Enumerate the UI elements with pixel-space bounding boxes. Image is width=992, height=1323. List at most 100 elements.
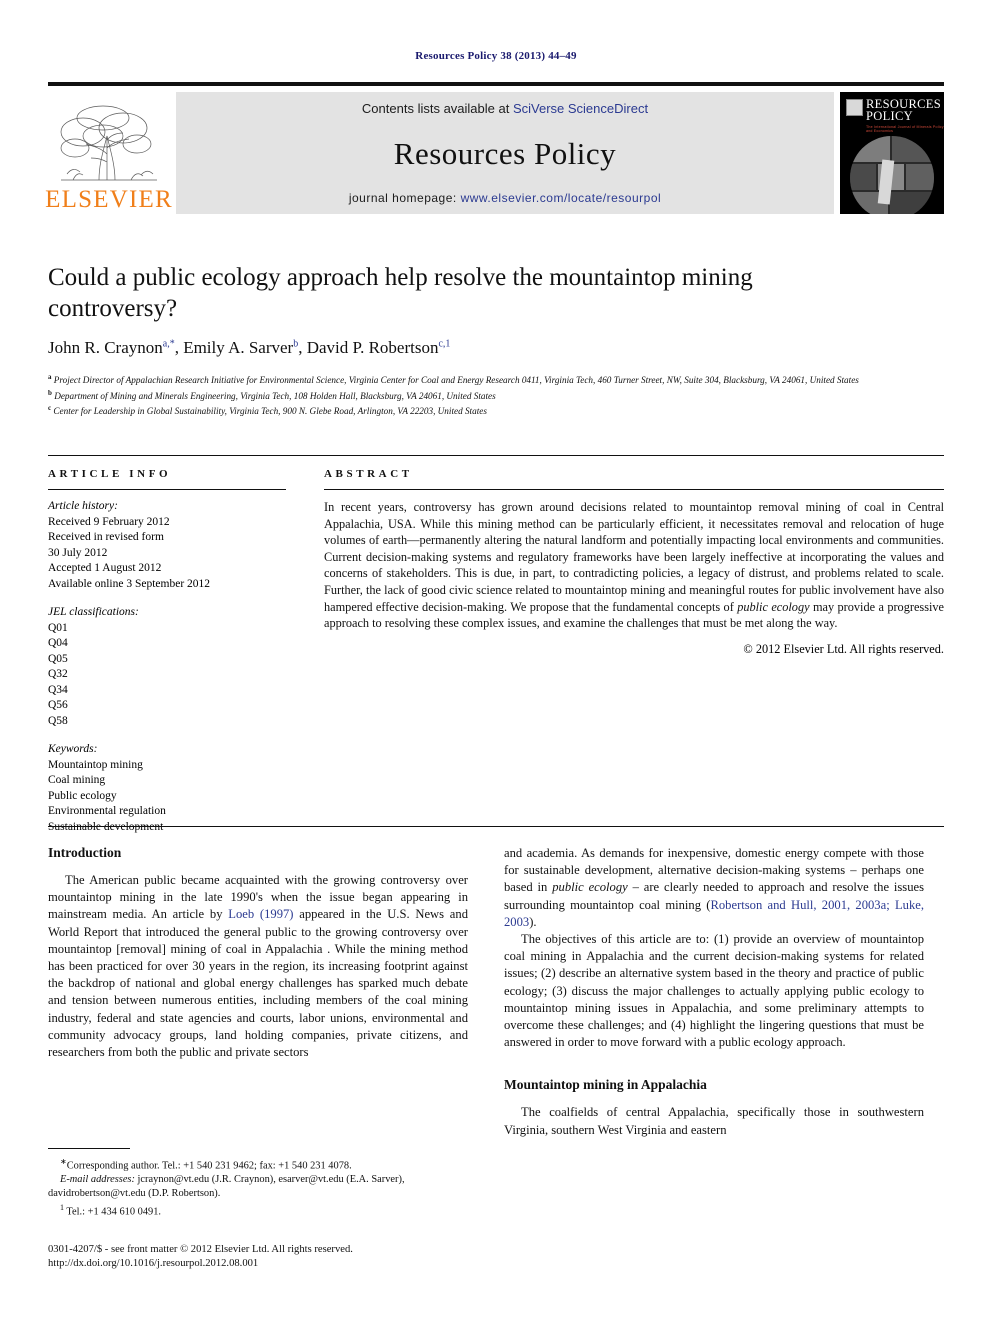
journal-title: Resources Policy [393, 135, 617, 171]
cover-subtitle: The International Journal of Minerals Po… [866, 125, 944, 133]
affiliation-a-mark: a [48, 373, 52, 381]
history-item: 30 July 2012 [48, 546, 108, 559]
author-0-name: John R. Craynon [48, 338, 163, 357]
keyword: Environmental regulation [48, 805, 166, 817]
jel-code: Q01 [48, 621, 68, 634]
imprint-front-matter: 0301-4207/$ - see front matter © 2012 El… [48, 1244, 353, 1255]
history-item: Received 9 February 2012 [48, 515, 170, 528]
keyword: Mountaintop mining [48, 758, 143, 771]
keyword: Public ecology [48, 789, 117, 802]
homepage-prefix: journal homepage: [348, 191, 461, 205]
cover-globe-collage-icon [850, 136, 934, 214]
journal-homepage-line: journal homepage: www.elsevier.com/locat… [349, 191, 661, 205]
cover-title-line2: POLICY [866, 109, 913, 123]
elsevier-wordmark: ELSEVIER [45, 186, 173, 213]
section-heading-introduction: Introduction [48, 845, 122, 860]
footnote-asterisk-mark: ∗ [60, 1157, 67, 1166]
footnote-note-1: 1 Tel.: +1 434 610 0491. [48, 1201, 468, 1219]
elsevier-tree-icon [60, 105, 157, 181]
abstract-label: ABSTRACT [324, 468, 413, 480]
keywords-label: Keywords: [48, 743, 98, 755]
jel-code: Q34 [48, 683, 68, 696]
imprint-block: 0301-4207/$ - see front matter © 2012 El… [48, 1243, 528, 1271]
running-head: Resources Policy 38 (2013) 44–49 [415, 50, 577, 62]
footnote-rule [48, 1148, 130, 1149]
article-info-column: ARTICLE INFO Article history: Received 9… [48, 468, 302, 835]
citation-loeb-1997[interactable]: Loeb (1997) [228, 907, 293, 921]
article-info-rule [48, 489, 286, 490]
jel-code: Q04 [48, 637, 68, 649]
homepage-url-link[interactable]: www.elsevier.com/locate/resourpol [461, 191, 662, 205]
article-info-label: ARTICLE INFO [48, 468, 172, 480]
affiliation-c: c Center for Leadership in Global Sustai… [48, 402, 938, 418]
history-item: Accepted 1 August 2012 [48, 562, 162, 574]
right-emphasis: public ecology [552, 880, 628, 895]
footnote-1-text: Tel.: +1 434 610 0491. [66, 1206, 162, 1218]
title-block: Could a public ecology approach help res… [48, 262, 808, 358]
affiliation-b-mark: b [48, 388, 52, 397]
affiliation-c-mark: c [48, 404, 52, 413]
abstract-column: ABSTRACT In recent years, controversy ha… [302, 468, 944, 835]
footnote-emails: E-mail addresses: jcraynon@vt.edu (J.R. … [48, 1173, 468, 1201]
author-1-name: Emily A. Sarver [183, 338, 294, 357]
history-item: Available online 3 September 2012 [48, 577, 211, 590]
paragraph-coalfields: The coalfields of central Appalachia, sp… [504, 1105, 924, 1137]
jel-code: Q05 [48, 652, 68, 665]
paragraph-intro: The American public became acquainted wi… [48, 872, 468, 1061]
author-2-marks: c,1 [438, 338, 451, 350]
imprint-doi-link[interactable]: http://dx.doi.org/10.1016/j.resourpol.20… [48, 1257, 528, 1271]
body-column-right: and academia. As demands for inexpensive… [504, 845, 924, 1139]
abstract-part1: In recent years, controversy has grown a… [324, 500, 944, 614]
journal-band: Contents lists available at SciVerse Sci… [176, 92, 834, 214]
author-2-name: David P. Robertson [306, 338, 439, 357]
jel-code: Q56 [48, 699, 68, 711]
abstract-copyright: © 2012 Elsevier Ltd. All rights reserved… [743, 641, 944, 656]
jel-label: JEL classifications: [48, 606, 139, 618]
author-1: Emily A. Sarverb [183, 338, 298, 357]
email-label: E-mail addresses: [60, 1174, 135, 1186]
jel-code: Q58 [48, 714, 68, 727]
affiliation-a-text: Project Director of Appalachian Research… [53, 375, 859, 386]
section-heading-mountaintop-mining: Mountaintop mining in Appalachia [504, 1077, 707, 1093]
paragraph-intro-continued: and academia. As demands for inexpensive… [504, 845, 924, 931]
affiliation-c-text: Center for Leadership in Global Sustaina… [53, 406, 487, 417]
history-item: Received in revised form [48, 531, 164, 543]
footnote-1-mark: 1 [60, 1203, 64, 1213]
abstract-emphasis: public ecology [737, 599, 810, 614]
right-text-c: ). [529, 914, 537, 929]
body-column-left: Introduction The American public became … [48, 845, 468, 1061]
paragraph-objectives: The objectives of this article are to: (… [504, 932, 924, 1050]
cover-title: RESOURCES POLICY [866, 98, 941, 123]
keyword: Coal mining [48, 774, 106, 786]
journal-cover-thumbnail[interactable]: RESOURCES POLICY The International Journ… [840, 92, 944, 214]
affiliation-b: b Department of Mining and Minerals Engi… [48, 387, 938, 403]
cover-publisher-badge-icon [846, 99, 863, 116]
keyword: Sustainable development [48, 820, 164, 833]
affiliation-list: a Project Director of Appalachian Resear… [48, 371, 938, 418]
footnote-corresponding-author: ∗Corresponding author. Tel.: +1 540 231 … [48, 1155, 468, 1173]
affiliation-a: a Project Director of Appalachian Resear… [48, 371, 938, 387]
jel-code: Q32 [48, 668, 68, 680]
affiliation-b-text: Department of Mining and Minerals Engine… [54, 390, 496, 401]
intro-text-b: appeared in the U.S. News and World Repo… [48, 907, 468, 1060]
article-title: Could a public ecology approach help res… [48, 264, 753, 322]
contents-available-line: Contents lists available at SciVerse Sci… [362, 101, 648, 116]
footnote-corresponding-text: Corresponding author. Tel.: +1 540 231 9… [66, 1160, 352, 1172]
author-list: John R. Craynona,*, Emily A. Sarverb, Da… [48, 338, 451, 357]
author-0-marks: a,* [162, 338, 175, 350]
abstract-rule [324, 489, 944, 490]
body-columns: Introduction The American public became … [48, 845, 944, 1145]
contents-prefix: Contents lists available at [361, 101, 513, 116]
abstract-text: In recent years, controversy has grown a… [324, 499, 944, 632]
article-history-label: Article history: [48, 500, 118, 512]
author-2: David P. Robertsonc,1 [307, 338, 451, 357]
sciencedirect-link[interactable]: SciVerse ScienceDirect [513, 101, 648, 116]
info-abstract-band: ARTICLE INFO Article history: Received 9… [48, 455, 944, 835]
footnote-block: ∗Corresponding author. Tel.: +1 540 231 … [48, 1148, 468, 1220]
author-0: John R. Craynona,* [48, 338, 175, 357]
journal-masthead: ELSEVIER Contents lists available at Sci… [45, 82, 944, 214]
body-separator-rule [48, 826, 944, 827]
elsevier-logo: ELSEVIER [45, 92, 173, 214]
